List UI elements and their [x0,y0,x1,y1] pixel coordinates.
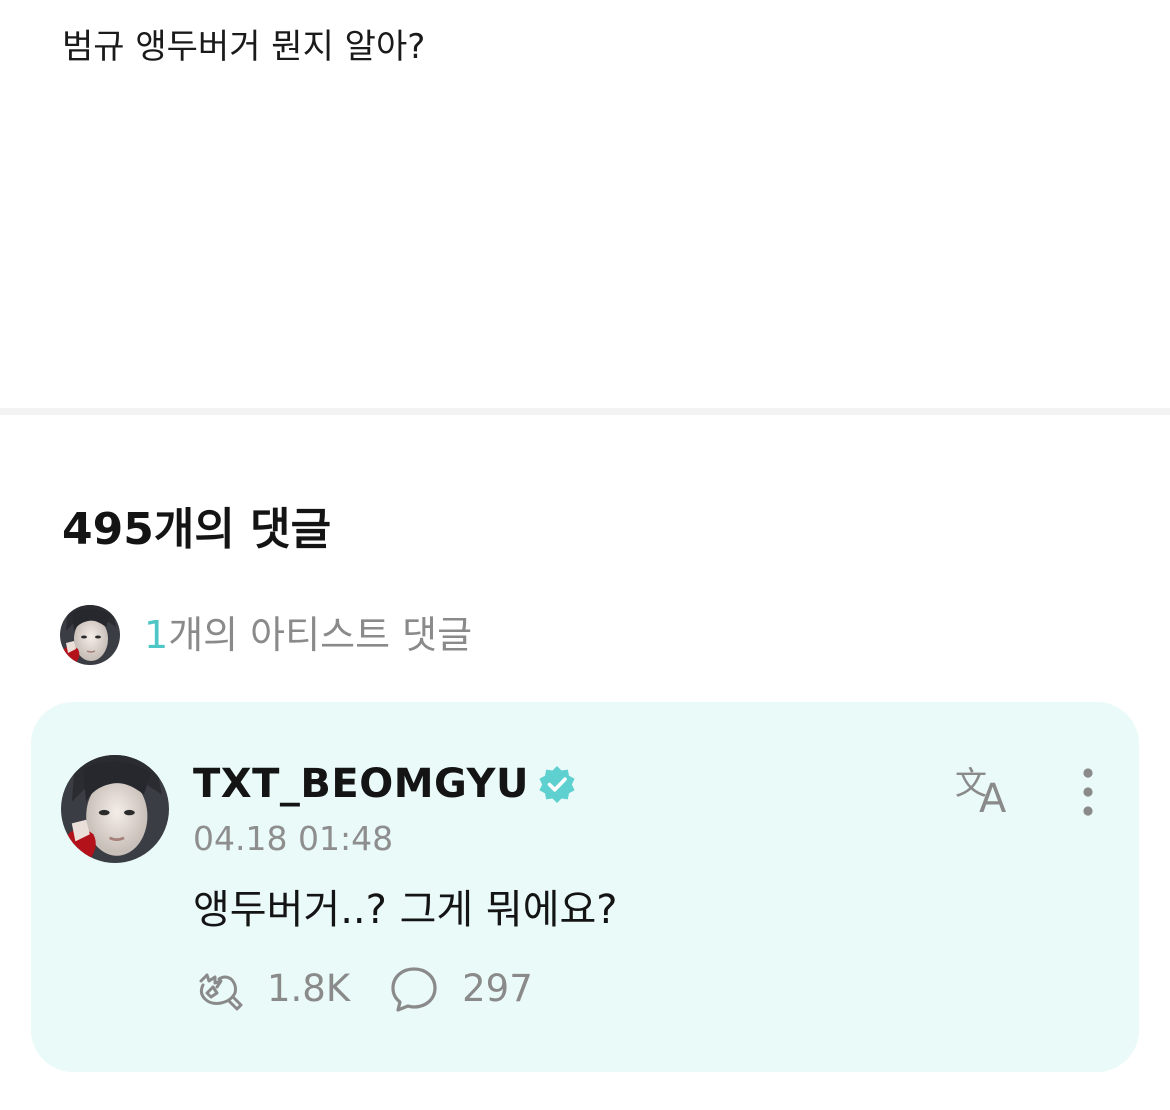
like-button[interactable]: 1.8K [193,963,350,1015]
artist-comment-count: 1개의 아티스트 댓글 [144,610,472,660]
translate-button[interactable]: 文 A [953,762,1023,822]
verified-check-icon [537,764,577,804]
artist-count-number: 1 [144,613,169,657]
section-divider [0,408,1170,415]
comment-text: 앵두버거..? 그게 뭐에요? [193,887,618,933]
artist-avatar [60,605,120,665]
author-row: TXT_BEOMGYU [193,756,577,812]
author-avatar[interactable] [61,755,169,863]
like-count: 1.8K [267,967,351,1010]
speech-bubble-icon [391,967,437,1012]
more-options-button[interactable] [1071,764,1105,820]
artist-count-label: 개의 아티스트 댓글 [168,613,473,657]
svg-text:A: A [979,776,1007,818]
post-text: 범규 앵두버거 뭔지 알아? [62,27,426,67]
artist-comments-filter[interactable]: 1개의 아티스트 댓글 [60,604,472,666]
reply-button[interactable]: 297 [388,963,533,1015]
more-vertical-icon [1083,768,1093,816]
translate-icon: 文 A [955,764,1007,822]
comment-count-heading: 495개의 댓글 [62,504,332,555]
cheer-like-icon [199,973,243,1011]
reply-count: 297 [462,967,533,1010]
comment-timestamp: 04.18 01:48 [193,819,394,858]
comment-actions: 1.8K 297 [193,964,533,1014]
author-name[interactable]: TXT_BEOMGYU [193,756,529,812]
artist-comment-card: TXT_BEOMGYU 04.18 01:48 앵두버거..? 그게 뭐에요? … [31,702,1139,1072]
